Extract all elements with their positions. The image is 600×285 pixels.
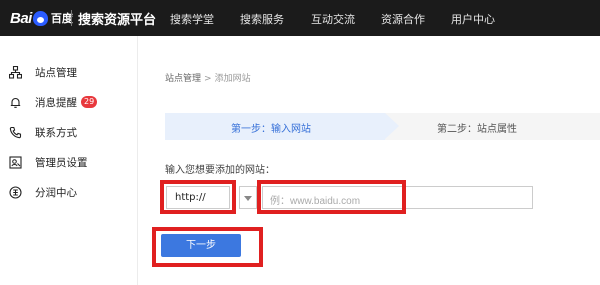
sidebar-item-label: 分润中心 [35, 186, 77, 199]
sidebar-item-notifications[interactable]: 消息提醒 29 [8, 92, 98, 112]
add-site-label: 输入您想要添加的网站： [165, 165, 275, 176]
breadcrumb-current: 添加网站 [214, 74, 251, 84]
paw-icon [32, 10, 48, 26]
breadcrumb: 站点管理 > 添加网站 [165, 71, 251, 84]
logo-divider [71, 10, 72, 26]
sidebar-item-label: 联系方式 [35, 126, 77, 139]
sidebar-item-admin-settings[interactable]: 管理员设置 [8, 152, 88, 172]
nav-item-search-service[interactable]: 搜索服务 [240, 11, 284, 27]
notification-count-badge: 29 [81, 96, 98, 108]
nav-item-user-center[interactable]: 用户中心 [451, 11, 495, 27]
bell-icon [8, 95, 22, 109]
baidu-logo[interactable]: Bai 百度 [10, 7, 73, 29]
sidebar-item-site-management[interactable]: 站点管理 [8, 62, 77, 82]
sitemap-icon [8, 65, 22, 79]
sidebar: 站点管理 消息提醒 29 联系方式 管理员设置 分润中心 [0, 36, 138, 285]
sidebar-item-label: 消息提醒 [35, 96, 77, 109]
breadcrumb-separator: > [204, 74, 212, 84]
sidebar-item-label: 管理员设置 [35, 156, 88, 169]
phone-icon [8, 125, 22, 139]
chevron-down-icon [244, 196, 252, 201]
step-2-label: 第二步：站点属性 [437, 124, 517, 135]
url-highlight-box [257, 180, 406, 214]
admin-icon [8, 155, 22, 169]
site-title[interactable]: 搜索资源平台 [78, 9, 156, 28]
nav-item-interaction[interactable]: 互动交流 [311, 11, 355, 27]
top-nav-bar: Bai 百度 搜索资源平台 搜索学堂 搜索服务 互动交流 资源合作 用户中心 [0, 0, 600, 36]
logo-cn-text: 百度 [50, 12, 73, 25]
logo-wordmark: Bai [10, 9, 32, 27]
step-1-label: 第一步：输入网站 [231, 124, 311, 135]
sidebar-item-label: 站点管理 [35, 66, 77, 79]
sidebar-item-revenue-center[interactable]: 分润中心 [8, 182, 77, 202]
nav-item-search-school[interactable]: 搜索学堂 [170, 11, 214, 27]
coin-icon [8, 185, 22, 199]
sidebar-item-contact[interactable]: 联系方式 [8, 122, 77, 142]
protocol-dropdown-button[interactable] [239, 186, 257, 209]
step-arrow [385, 113, 399, 139]
breadcrumb-root-link[interactable]: 站点管理 [165, 74, 201, 84]
nav-item-resource-cooperation[interactable]: 资源合作 [381, 11, 425, 27]
protocol-highlight-box [160, 180, 236, 214]
step-progress-bar: 第一步：输入网站 第二步：站点属性 [165, 113, 600, 140]
next-button-highlight-box [152, 227, 263, 267]
